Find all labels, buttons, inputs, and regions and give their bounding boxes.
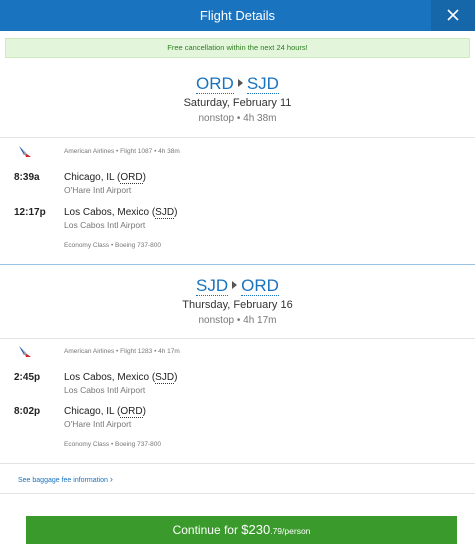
outbound-arrive-time: 12:17p (14, 207, 46, 218)
paren: ) (174, 207, 178, 218)
airport-code-link[interactable]: SJD (155, 207, 175, 219)
city-name: Los Cabos, Mexico ( (64, 207, 156, 218)
continue-label: Continue for (172, 523, 242, 537)
return-arrive-time: 8:02p (14, 406, 41, 417)
outbound-destination-code[interactable]: SJD (246, 74, 279, 94)
baggage-link-label: See baggage fee information (18, 477, 108, 484)
airport-code-link[interactable]: SJD (155, 372, 175, 384)
price-dollars: $230 (241, 522, 271, 537)
price-suffix: /person (282, 526, 311, 536)
outbound-depart-city: Chicago, IL (ORD) (64, 172, 146, 184)
continue-button[interactable]: Continue for $230.79/person (26, 516, 457, 544)
baggage-fee-link[interactable]: See baggage fee information › (18, 474, 113, 484)
return-date: Thursday, February 16 (182, 299, 293, 311)
airport-code-link[interactable]: ORD (120, 172, 143, 184)
outbound-route-summary: ORD SJD Saturday, February 11 nonstop • 4… (0, 74, 475, 124)
return-destination-code[interactable]: ORD (241, 276, 279, 296)
paren: ) (142, 406, 146, 417)
return-arrive-airport: O'Hare Intl Airport (64, 419, 132, 429)
divider (0, 493, 475, 494)
city-name: Los Cabos, Mexico ( (64, 372, 156, 383)
city-name: Chicago, IL ( (64, 406, 121, 417)
return-depart-city: Los Cabos, Mexico (SJD) (64, 372, 178, 384)
outbound-cabin-info: Economy Class • Boeing 737-800 (64, 242, 161, 249)
return-flight-info: American Airlines • Flight 1283 • 4h 17m (64, 348, 180, 355)
free-cancellation-banner: Free cancellation within the next 24 hou… (5, 38, 470, 58)
outbound-depart-time: 8:39a (14, 172, 40, 183)
return-origin-code[interactable]: SJD (196, 276, 229, 296)
outbound-origin-code[interactable]: ORD (196, 74, 234, 94)
return-route-summary: SJD ORD Thursday, February 16 nonstop • 4… (0, 276, 475, 326)
outbound-arrive-airport: Los Cabos Intl Airport (64, 220, 146, 230)
route-arrow-icon (232, 281, 238, 289)
divider (0, 137, 475, 138)
outbound-arrive-city: Los Cabos, Mexico (SJD) (64, 207, 178, 219)
return-route-codes: SJD ORD (0, 276, 475, 296)
return-cabin-info: Economy Class • Boeing 737-800 (64, 441, 161, 448)
american-airlines-logo-icon (19, 346, 31, 357)
close-button[interactable] (431, 0, 475, 31)
american-airlines-logo-icon (19, 146, 31, 157)
divider (0, 338, 475, 339)
paren: ) (174, 372, 178, 383)
return-arrive-city: Chicago, IL (ORD) (64, 406, 146, 418)
modal-header: Flight Details (0, 0, 475, 31)
return-meta: nonstop • 4h 17m (198, 315, 277, 326)
route-arrow-icon (237, 79, 243, 87)
outbound-date: Saturday, February 11 (183, 97, 292, 109)
close-icon (447, 9, 459, 21)
outbound-depart-airport: O'Hare Intl Airport (64, 185, 132, 195)
outbound-meta: nonstop • 4h 38m (198, 113, 277, 124)
paren: ) (142, 172, 146, 183)
divider (0, 463, 475, 464)
return-depart-airport: Los Cabos Intl Airport (64, 385, 146, 395)
city-name: Chicago, IL ( (64, 172, 121, 183)
chevron-right-icon: › (109, 474, 113, 484)
outbound-route-codes: ORD SJD (0, 74, 475, 94)
price-cents: .79 (270, 526, 283, 536)
modal-title: Flight Details (199, 8, 276, 23)
airport-code-link[interactable]: ORD (120, 406, 143, 418)
return-depart-time: 2:45p (14, 372, 41, 383)
outbound-flight-info: American Airlines • Flight 1087 • 4h 38m (64, 148, 180, 155)
section-divider (0, 264, 475, 265)
